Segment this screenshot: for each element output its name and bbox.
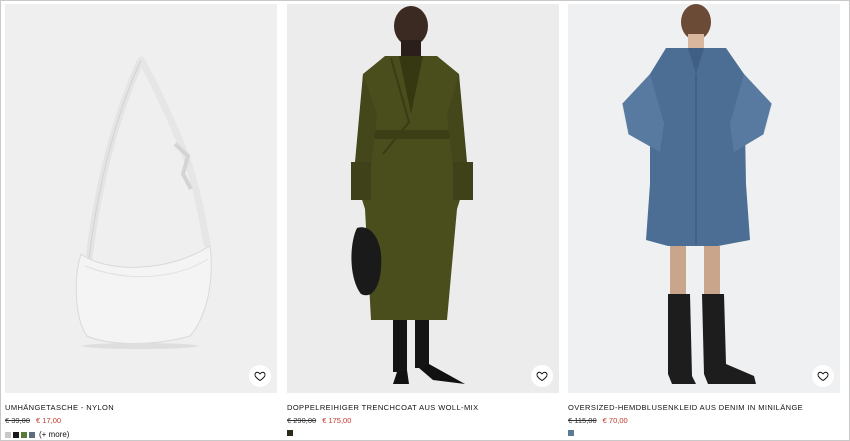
product-prices: € 115,00 € 70,00 bbox=[568, 416, 840, 425]
product-name[interactable]: OVERSIZED-HEMDBLUSENKLEID AUS DENIM IN M… bbox=[568, 403, 840, 412]
heart-icon bbox=[254, 371, 266, 382]
color-swatch-dark-olive[interactable] bbox=[287, 430, 293, 436]
sale-price: € 70,00 bbox=[602, 416, 628, 425]
product-prices: € 39,00 € 17,00 bbox=[5, 416, 277, 425]
more-colors-link[interactable]: (+ more) bbox=[39, 430, 69, 439]
favorite-button[interactable] bbox=[812, 365, 834, 387]
sale-price: € 17,00 bbox=[36, 416, 62, 425]
color-swatches bbox=[287, 430, 559, 436]
trenchcoat-model-image bbox=[287, 4, 559, 393]
product-card[interactable]: UMHÄNGETASCHE - NYLON € 39,00 € 17,00 (+… bbox=[5, 4, 277, 439]
original-price: € 115,00 bbox=[568, 416, 597, 425]
original-price: € 39,00 bbox=[5, 416, 31, 425]
product-name[interactable]: UMHÄNGETASCHE - NYLON bbox=[5, 403, 277, 412]
heart-icon bbox=[536, 371, 548, 382]
color-swatches: (+ more) bbox=[5, 430, 277, 439]
color-swatch-blue-gray[interactable] bbox=[29, 431, 35, 438]
product-name[interactable]: DOPPELREIHIGER TRENCHCOAT AUS WOLL-MIX bbox=[287, 403, 559, 412]
denim-dress-model-image bbox=[568, 4, 840, 393]
sale-price: € 175,00 bbox=[322, 416, 352, 425]
color-swatch-green[interactable] bbox=[21, 431, 27, 438]
favorite-button[interactable] bbox=[531, 365, 553, 387]
color-swatch-denim-blue[interactable] bbox=[568, 430, 574, 436]
color-swatch-black[interactable] bbox=[13, 431, 19, 438]
product-card[interactable]: OVERSIZED-HEMDBLUSENKLEID AUS DENIM IN M… bbox=[568, 4, 840, 436]
bag-image bbox=[5, 4, 277, 393]
color-swatches bbox=[568, 430, 840, 436]
product-card[interactable]: DOPPELREIHIGER TRENCHCOAT AUS WOLL-MIX €… bbox=[287, 4, 559, 436]
product-image[interactable] bbox=[5, 4, 277, 393]
product-prices: € 290,00 € 175,00 bbox=[287, 416, 559, 425]
original-price: € 290,00 bbox=[287, 416, 317, 425]
product-image[interactable] bbox=[568, 4, 840, 393]
favorite-button[interactable] bbox=[249, 365, 271, 387]
color-swatch-light-gray[interactable] bbox=[5, 431, 11, 438]
heart-icon bbox=[817, 371, 829, 382]
product-image[interactable] bbox=[287, 4, 559, 393]
